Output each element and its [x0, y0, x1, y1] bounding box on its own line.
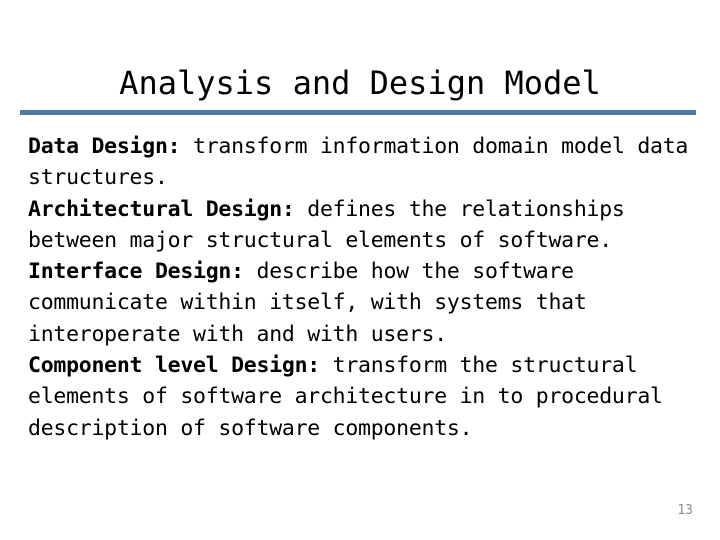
paragraph-lead-label: Interface Design:	[28, 259, 244, 285]
slide: Analysis and Design Model Data Design: t…	[0, 0, 720, 540]
page-title: Analysis and Design Model	[119, 64, 601, 103]
body-paragraph: Architectural Design: defines the relati…	[28, 194, 712, 257]
body-paragraph: Component level Design: transform the st…	[28, 350, 712, 444]
body-paragraph: Interface Design: describe how the softw…	[28, 256, 712, 350]
title-divider-rule	[20, 110, 696, 115]
paragraph-lead-label: Data Design:	[28, 134, 181, 159]
paragraph-lead-label: Architectural Design:	[28, 196, 295, 222]
slide-number: 13	[677, 503, 693, 518]
paragraph-lead-label: Component level Design:	[28, 353, 320, 379]
body-paragraph: Data Design: transform information domai…	[28, 131, 712, 194]
slide-body: Data Design: transform information domai…	[28, 131, 712, 444]
